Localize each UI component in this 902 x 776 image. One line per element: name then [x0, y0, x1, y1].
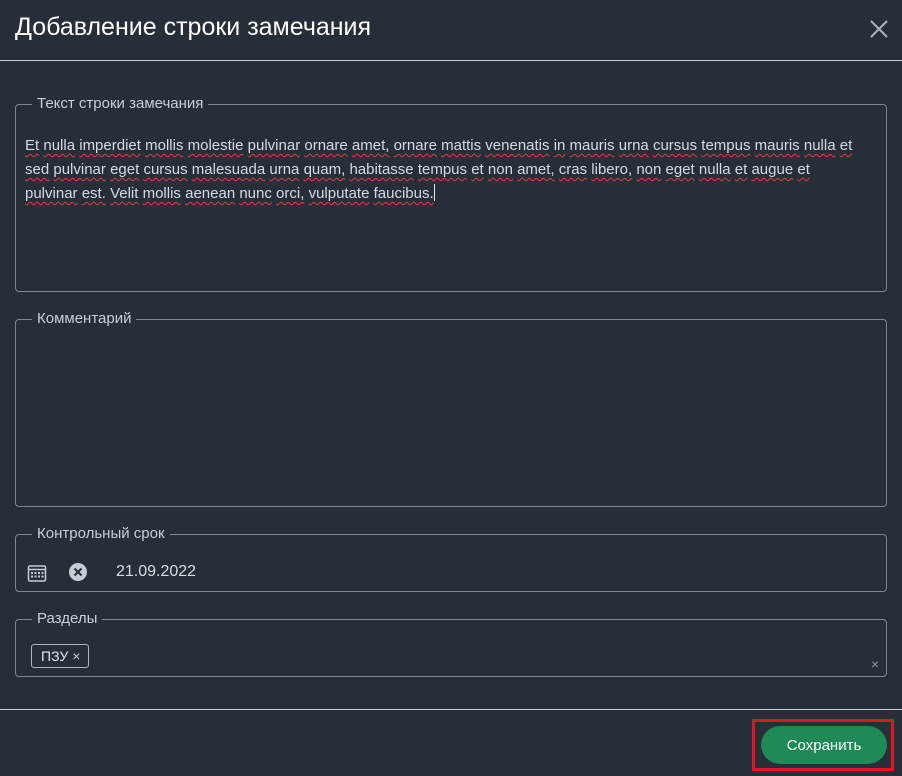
comment-label: Комментарий: [37, 310, 132, 327]
section-tag[interactable]: ПЗУ ×: [31, 644, 90, 668]
calendar-icon[interactable]: [27, 563, 47, 583]
remark-word: cursus: [652, 137, 698, 154]
remark-word: mauris: [754, 137, 800, 154]
remark-word: libero,: [591, 161, 633, 178]
sections-label: Разделы: [37, 610, 98, 627]
remark-word: mollis: [142, 185, 181, 202]
tag-remove-icon[interactable]: ×: [72, 649, 80, 663]
remark-word: nunc: [239, 185, 272, 202]
remark-word: cursus: [143, 161, 188, 178]
deadline-date-value[interactable]: 21.09.2022: [116, 563, 196, 581]
remark-word: faucibus.: [373, 185, 434, 202]
save-button-highlight: [752, 719, 894, 771]
remark-word: in: [553, 137, 566, 154]
remark-word: molestie: [187, 137, 244, 154]
comment-field: Комментарий: [15, 311, 887, 507]
close-icon[interactable]: [866, 16, 892, 42]
dialog-title: Добавление строки замечания: [15, 13, 372, 41]
remark-word: eget: [665, 161, 695, 178]
clear-circle-icon[interactable]: [68, 562, 88, 582]
remark-word: et: [839, 137, 853, 154]
clear-all-icon[interactable]: ×: [871, 657, 879, 671]
deadline-field: Контрольный срок 21.09.2022: [15, 526, 887, 592]
remark-word: orci,: [276, 185, 305, 202]
section-tag-label: ПЗУ: [41, 648, 69, 664]
remark-word: mattis: [441, 137, 482, 154]
remark-word: et: [734, 161, 748, 178]
remark-text-field: Текст строки замечания Et nulla imperdie…: [15, 96, 887, 292]
remark-word: augue: [751, 161, 794, 178]
remark-word: non: [487, 161, 513, 178]
remark-word: tempus: [417, 161, 468, 178]
text-caret: [433, 184, 435, 201]
remark-word: urna: [269, 161, 300, 178]
remark-word: pulvinar: [53, 161, 106, 178]
remark-word: mauris: [569, 137, 615, 154]
remark-word: cras: [558, 161, 588, 178]
remark-word: Velit: [110, 185, 139, 202]
remark-word: habitasse: [349, 161, 414, 178]
deadline-label: Контрольный срок: [37, 525, 165, 542]
remark-word: et: [797, 161, 810, 178]
remark-word: nulla: [43, 137, 76, 154]
remark-word: sed: [25, 161, 50, 178]
remark-word: et: [471, 161, 484, 178]
remark-word: amet,: [351, 137, 390, 154]
remark-word: aenean: [185, 185, 236, 202]
comment-input[interactable]: [25, 347, 875, 507]
remark-word: non: [636, 161, 662, 178]
remark-word: ornare: [304, 137, 348, 154]
remark-word: amet,: [517, 161, 555, 178]
remark-word: vulputate: [308, 185, 370, 202]
remark-word: nulla: [698, 161, 731, 178]
remark-word: urna: [618, 137, 649, 154]
remark-word: nulla: [803, 137, 836, 154]
sections-field[interactable]: Разделы ПЗУ × ×: [15, 611, 887, 677]
dialog-header: Добавление строки замечания: [0, 0, 902, 61]
remark-word: venenatis: [485, 137, 550, 154]
remark-word: pulvinar: [247, 137, 301, 154]
remark-word: malesuada: [191, 161, 266, 178]
remark-word: eget: [110, 161, 140, 178]
remark-word: tempus: [701, 137, 751, 154]
remark-word: quam,: [303, 161, 346, 178]
remark-word: mollis: [145, 137, 184, 154]
remark-word: est.: [81, 185, 106, 202]
footer-divider: [0, 709, 902, 710]
remark-word: pulvinar: [25, 185, 78, 202]
remark-word: ornare: [393, 137, 437, 154]
remark-text-label: Текст строки замечания: [37, 95, 204, 112]
remark-word: imperdiet: [79, 137, 141, 154]
remark-word: Et: [25, 137, 40, 154]
remark-text-input[interactable]: Et nulla imperdiet mollis molestie pulvi…: [25, 134, 861, 284]
